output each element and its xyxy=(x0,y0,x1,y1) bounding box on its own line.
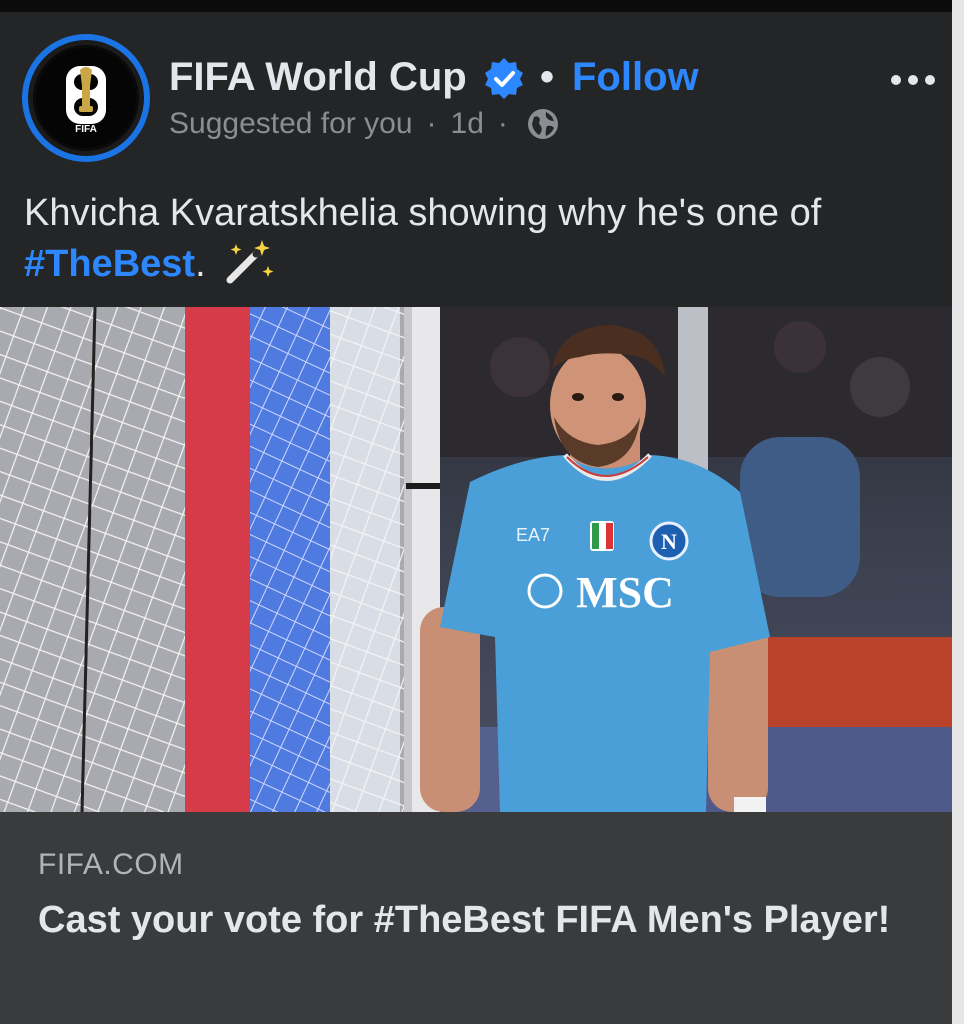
fifa-world-cup-logo-icon: FIFA xyxy=(36,48,136,148)
fifa-logo: FIFA xyxy=(28,40,144,156)
window-edge xyxy=(952,0,964,1024)
meta-separator: · xyxy=(497,107,508,140)
avatar-logo-label: FIFA xyxy=(75,124,97,135)
suggested-label: Suggested for you xyxy=(169,107,413,140)
post-photo[interactable]: N EA7 MSC xyxy=(0,307,964,812)
magic-wand-icon xyxy=(226,240,274,284)
post-timestamp[interactable]: 1d xyxy=(451,107,484,141)
more-dot xyxy=(891,75,901,85)
header-dot-separator: • xyxy=(540,55,555,99)
shirt-sponsor: MSC xyxy=(576,568,674,617)
meta-separator: · xyxy=(426,107,437,140)
shirt-brand: EA7 xyxy=(516,525,550,545)
post-caption: Khvicha Kvaratskhelia showing why he's o… xyxy=(24,188,944,289)
verified-badge-icon xyxy=(485,58,523,99)
page-name[interactable]: FIFA World Cup xyxy=(169,55,467,100)
page-avatar[interactable]: FIFA xyxy=(22,34,150,162)
caption-period: . xyxy=(195,243,206,285)
caption-text: Khvicha Kvaratskhelia showing why he's o… xyxy=(24,192,822,234)
crest-letter: N xyxy=(661,529,677,554)
post-meta: Suggested for you · 1d · xyxy=(169,106,560,142)
more-dot xyxy=(925,75,935,85)
globe-icon xyxy=(527,109,558,139)
link-domain: FIFA.COM xyxy=(38,848,184,881)
hashtag-link[interactable]: #TheBest xyxy=(24,243,195,285)
more-dot xyxy=(908,75,918,85)
link-title[interactable]: Cast your vote for #TheBest FIFA Men's P… xyxy=(38,893,918,947)
more-options-icon[interactable] xyxy=(884,62,942,98)
follow-button[interactable]: Follow xyxy=(572,55,699,100)
player-photo-illustration: N EA7 MSC xyxy=(0,307,964,812)
status-bar-edge xyxy=(0,0,964,12)
